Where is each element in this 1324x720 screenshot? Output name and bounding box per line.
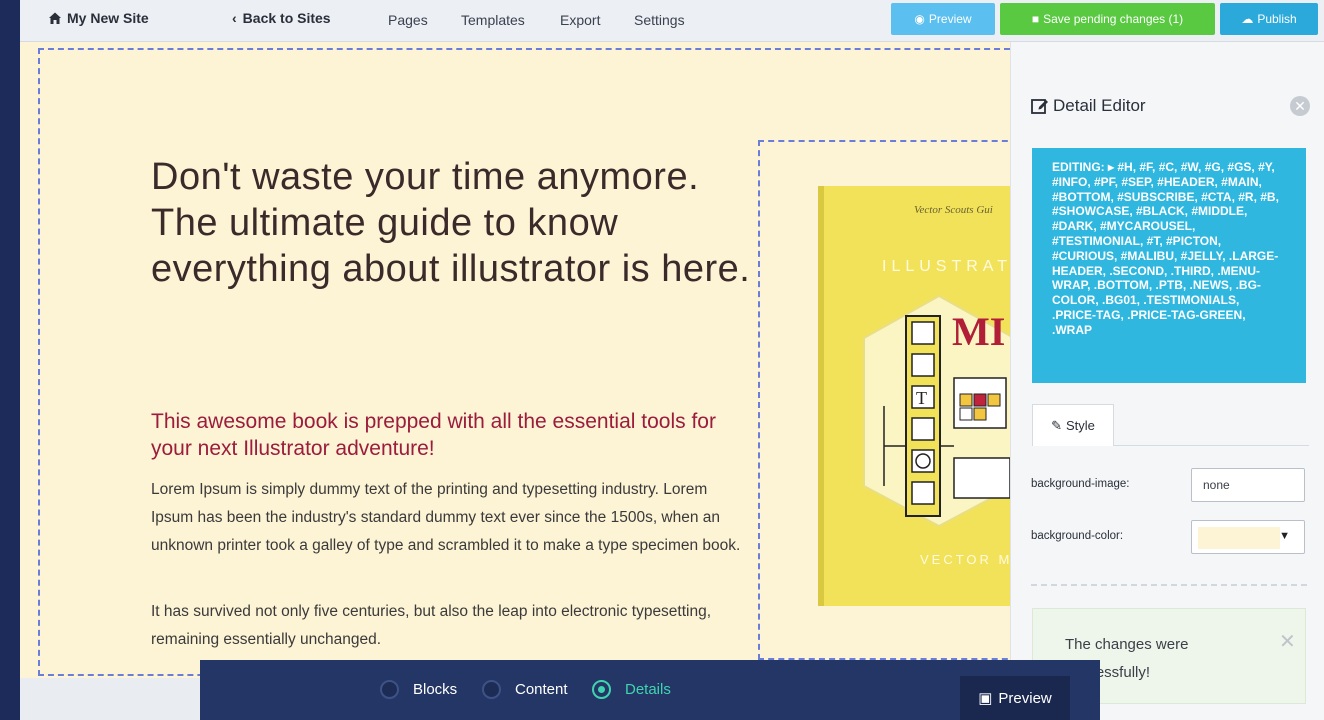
nav-pages[interactable]: Pages — [388, 12, 428, 28]
background-color-label: background-color: — [1031, 530, 1124, 542]
detail-editor-panel: Detail Editor ✕ EDITING: ▸ #H, #F, #C, #… — [1010, 42, 1324, 720]
top-bar: My New Site ‹ Back to Sites Pages Templa… — [20, 0, 1324, 42]
radio-selected-icon — [592, 680, 611, 699]
editing-selector-list: EDITING: ▸ #H, #F, #C, #W, #G, #GS, #Y, … — [1032, 148, 1306, 383]
hero-headline[interactable]: Don't waste your time anymore. The ultim… — [151, 154, 751, 292]
hero-paragraph-1[interactable]: Lorem Ipsum is simply dummy text of the … — [151, 476, 751, 560]
back-label: Back to Sites — [242, 10, 331, 26]
site-home-link[interactable]: My New Site — [48, 10, 149, 26]
window-icon: ▣ — [978, 690, 993, 707]
publish-button[interactable]: ☁ Publish — [1220, 3, 1318, 35]
tab-style-label: Style — [1066, 418, 1095, 433]
mode-blocks[interactable]: Blocks — [380, 680, 457, 699]
publish-button-label: Publish — [1257, 12, 1297, 26]
save-changes-button[interactable]: ■ Save pending changes (1) — [1000, 3, 1215, 35]
divider — [1031, 584, 1307, 586]
nav-export[interactable]: Export — [560, 12, 600, 28]
dismiss-alert-button[interactable]: ✕ — [1279, 629, 1296, 654]
close-icon: ✕ — [1294, 97, 1306, 114]
mode-content-label: Content — [515, 681, 568, 698]
radio-icon — [380, 680, 399, 699]
mode-content[interactable]: Content — [482, 680, 568, 699]
preview-button-label: Preview — [928, 12, 972, 26]
image-block-outline[interactable] — [758, 140, 1018, 660]
background-image-label: background-image: — [1031, 478, 1130, 490]
cloud-icon: ☁ — [1241, 12, 1254, 26]
mode-switcher-bar: Blocks Content Details ▣ Preview — [200, 660, 1100, 720]
preview-button[interactable]: ◉ Preview — [891, 3, 995, 35]
mode-details-label: Details — [625, 681, 671, 698]
chevron-left-icon: ‹ — [232, 10, 237, 26]
edit-icon: ✎ — [1051, 417, 1062, 433]
bottom-preview-button[interactable]: ▣ Preview — [960, 676, 1070, 720]
save-icon: ■ — [1031, 12, 1040, 26]
tab-style[interactable]: ✎ Style — [1032, 404, 1114, 446]
bottom-preview-label: Preview — [998, 689, 1052, 707]
color-swatch — [1198, 527, 1280, 549]
nav-settings[interactable]: Settings — [634, 12, 685, 28]
nav-templates[interactable]: Templates — [461, 12, 525, 28]
caret-down-icon: ▼ — [1279, 530, 1290, 542]
home-icon — [49, 12, 61, 24]
back-to-sites-link[interactable]: ‹ Back to Sites — [232, 10, 331, 26]
radio-icon — [482, 680, 501, 699]
panel-tabs: ✎ Style — [1032, 404, 1309, 446]
panel-title-text: Detail Editor — [1053, 96, 1146, 115]
hero-paragraph-2[interactable]: It has survived not only five centuries,… — [151, 598, 751, 654]
mode-blocks-label: Blocks — [413, 681, 458, 698]
mode-details[interactable]: Details — [592, 680, 671, 699]
edit-icon — [1031, 99, 1048, 114]
save-button-label: Save pending changes (1) — [1043, 12, 1184, 26]
background-image-input[interactable]: none — [1191, 468, 1305, 502]
site-name: My New Site — [67, 10, 149, 26]
background-color-select[interactable]: ▼ — [1191, 520, 1305, 554]
left-rail — [0, 0, 38, 720]
hero-subhead[interactable]: This awesome book is prepped with all th… — [151, 408, 751, 462]
close-panel-button[interactable]: ✕ — [1290, 96, 1310, 116]
eye-icon: ◉ — [914, 12, 925, 26]
panel-title: Detail Editor — [1031, 96, 1146, 116]
